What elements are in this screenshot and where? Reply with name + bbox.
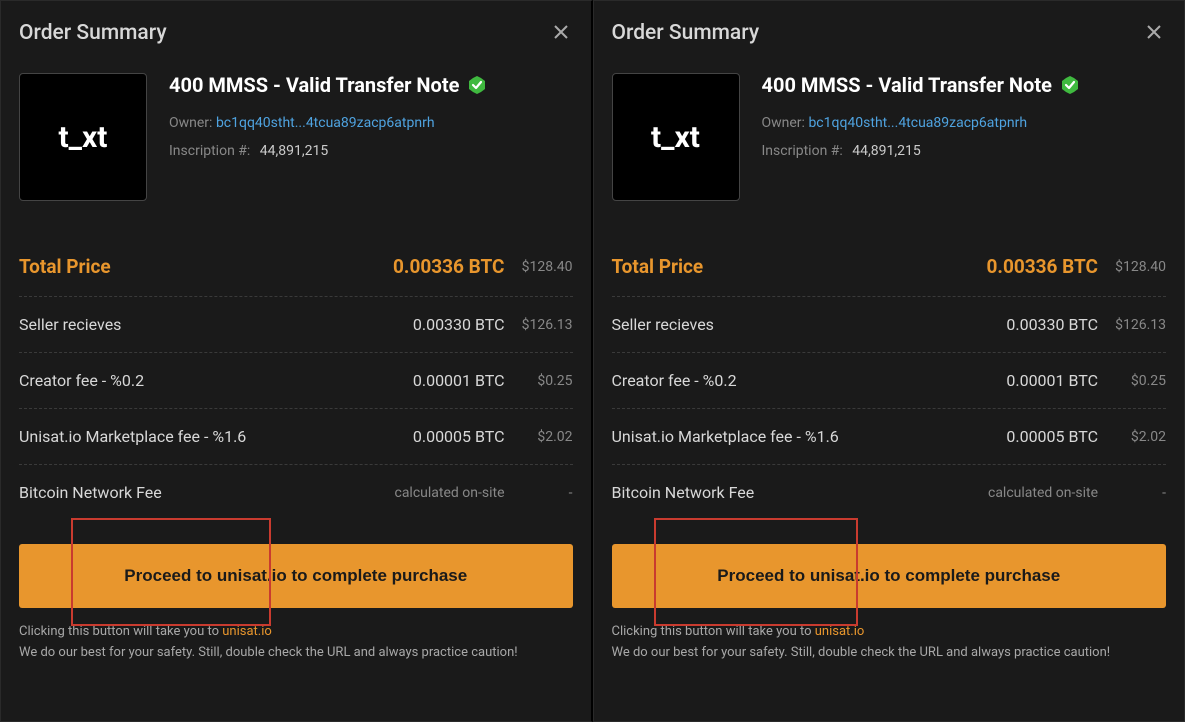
footnote-caution: We do our best for your safety. Still, d… — [19, 645, 518, 660]
footnote-text: Clicking this button will take you to — [19, 624, 222, 639]
marketplace-fee-label: Unisat.io Marketplace fee - %1.6 — [19, 427, 375, 446]
total-price-usd: $128.40 — [505, 259, 573, 275]
verified-badge-icon — [467, 75, 487, 95]
owner-address-link[interactable]: bc1qq40stht...4tcua89zacp6atpnrh — [808, 115, 1027, 131]
footnote-caution: We do our best for your safety. Still, d… — [612, 645, 1111, 660]
verified-badge-icon — [1060, 75, 1080, 95]
order-summary-panel-right: Order Summary t_xt 400 MMSS - Valid Tran… — [593, 0, 1185, 722]
total-price-btc: 0.00336 BTC — [375, 255, 505, 278]
network-fee-btc: calculated on-site — [375, 485, 505, 501]
network-fee-label: Bitcoin Network Fee — [19, 483, 375, 502]
network-fee-btc: calculated on-site — [968, 485, 1098, 501]
item-thumbnail: t_xt — [19, 73, 147, 201]
inscription-label: Inscription #: — [762, 143, 843, 159]
item-title: 400 MMSS - Valid Transfer Note — [762, 73, 1052, 97]
order-summary-panel-left: Order Summary t_xt 400 MMSS - Valid Tran… — [0, 0, 593, 722]
proceed-button[interactable]: Proceed to unisat.io to complete purchas… — [612, 544, 1167, 608]
modal-title: Order Summary — [612, 21, 760, 45]
close-icon[interactable] — [1142, 19, 1166, 47]
seller-receives-btc: 0.00330 BTC — [968, 315, 1098, 334]
close-icon[interactable] — [549, 19, 573, 47]
creator-fee-btc: 0.00001 BTC — [375, 371, 505, 390]
network-fee-usd: - — [1098, 485, 1166, 501]
marketplace-fee-btc: 0.00005 BTC — [968, 427, 1098, 446]
inscription-number: 44,891,215 — [852, 143, 920, 159]
footnote-link[interactable]: unisat.io — [815, 624, 865, 639]
creator-fee-label: Creator fee - %0.2 — [19, 371, 375, 390]
marketplace-fee-usd: $2.02 — [1098, 429, 1166, 445]
footnote-text: Clicking this button will take you to — [612, 624, 815, 639]
inscription-label: Inscription #: — [169, 143, 250, 159]
owner-address-link[interactable]: bc1qq40stht...4tcua89zacp6atpnrh — [216, 115, 435, 131]
creator-fee-usd: $0.25 — [505, 373, 573, 389]
footnote-link[interactable]: unisat.io — [222, 624, 272, 639]
total-price-usd: $128.40 — [1098, 259, 1166, 275]
creator-fee-label: Creator fee - %0.2 — [612, 371, 969, 390]
creator-fee-btc: 0.00001 BTC — [968, 371, 1098, 390]
network-fee-label: Bitcoin Network Fee — [612, 483, 969, 502]
inscription-number: 44,891,215 — [260, 143, 328, 159]
seller-receives-label: Seller recieves — [19, 315, 375, 334]
owner-label: Owner: — [762, 115, 805, 131]
item-title: 400 MMSS - Valid Transfer Note — [169, 73, 459, 97]
owner-label: Owner: — [169, 115, 212, 131]
network-fee-usd: - — [505, 485, 573, 501]
seller-receives-btc: 0.00330 BTC — [375, 315, 505, 334]
creator-fee-usd: $0.25 — [1098, 373, 1166, 389]
seller-receives-usd: $126.13 — [505, 317, 573, 333]
total-price-label: Total Price — [612, 255, 969, 278]
marketplace-fee-usd: $2.02 — [505, 429, 573, 445]
marketplace-fee-label: Unisat.io Marketplace fee - %1.6 — [612, 427, 969, 446]
seller-receives-usd: $126.13 — [1098, 317, 1166, 333]
item-thumbnail: t_xt — [612, 73, 740, 201]
marketplace-fee-btc: 0.00005 BTC — [375, 427, 505, 446]
total-price-btc: 0.00336 BTC — [968, 255, 1098, 278]
total-price-label: Total Price — [19, 255, 375, 278]
proceed-button[interactable]: Proceed to unisat.io to complete purchas… — [19, 544, 573, 608]
modal-title: Order Summary — [19, 21, 167, 45]
seller-receives-label: Seller recieves — [612, 315, 969, 334]
